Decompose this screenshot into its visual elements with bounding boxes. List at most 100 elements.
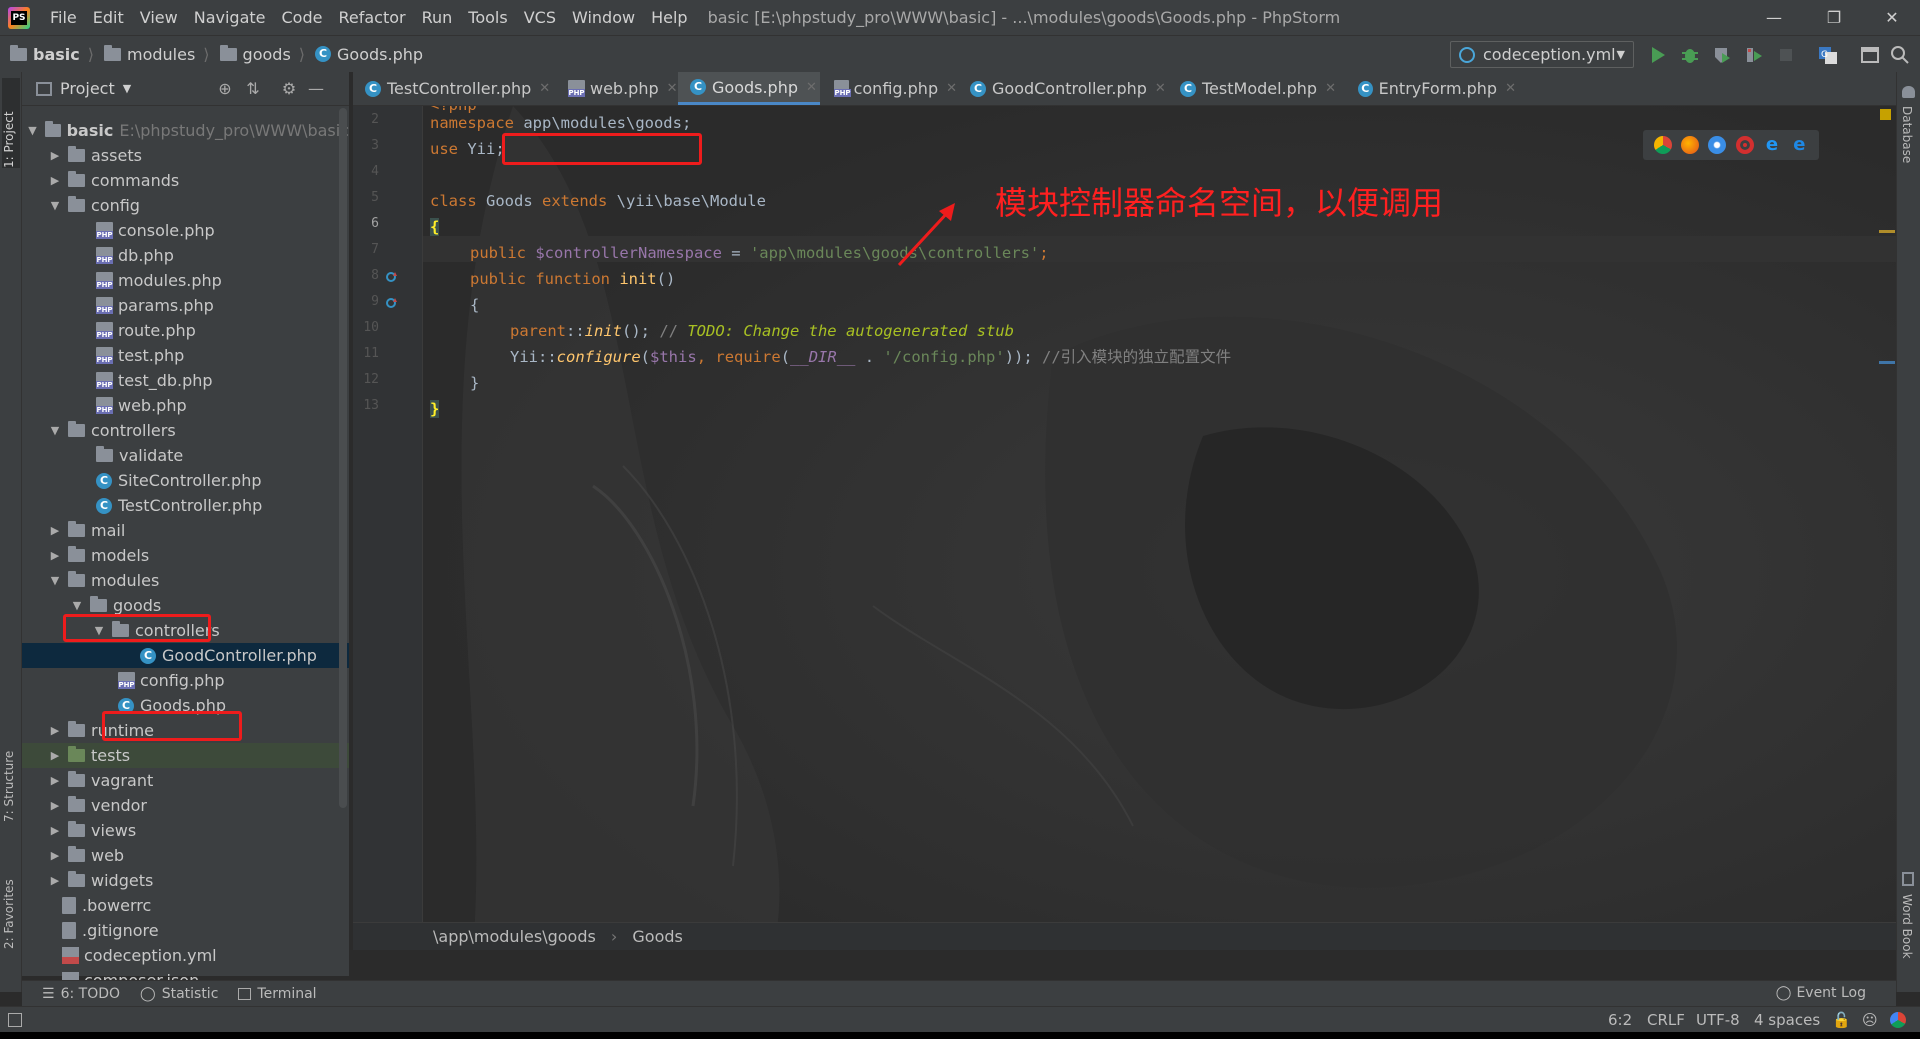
breadcrumb-goods[interactable]: goods (219, 44, 291, 64)
tree-item-tests[interactable]: ▶ tests (22, 743, 349, 768)
tree-item-web-php[interactable]: web.php (22, 393, 349, 418)
menu-code[interactable]: Code (282, 8, 323, 27)
close-button[interactable]: ✕ (1864, 0, 1920, 35)
tree-item-params-php[interactable]: params.php (22, 293, 349, 318)
tree-item-mail[interactable]: ▶ mail (22, 518, 349, 543)
minimize-button[interactable]: — (1746, 0, 1802, 35)
tab-testmodel-php[interactable]: C TestModel.php ✕ (1168, 72, 1344, 105)
inspector-icon[interactable]: ☹ (1862, 1011, 1878, 1029)
restore-button[interactable]: ❐ (1806, 0, 1862, 35)
tab-structure-tool[interactable]: 7: Structure (2, 740, 20, 822)
safari-icon[interactable] (1708, 136, 1727, 154)
tree-item-gitignore[interactable]: .gitignore (22, 918, 349, 943)
breadcrumb-goods-php[interactable]: C Goods.php (315, 45, 423, 64)
tree-item-models[interactable]: ▶ models (22, 543, 349, 568)
close-tab-icon[interactable]: ✕ (1505, 81, 1516, 96)
hide-icon[interactable]: — (307, 80, 325, 98)
tree-item-sitecontroller-php[interactable]: C SiteController.php (22, 468, 349, 493)
tree-item-views[interactable]: ▶ views (22, 818, 349, 843)
tree-item-config[interactable]: ▼ config (22, 193, 349, 218)
menu-run[interactable]: Run (422, 8, 453, 27)
search-icon[interactable] (1890, 45, 1910, 65)
code-editor[interactable]: 1 2 3 4 5 6 7 8 9 10 11 12 13 <?php name… (353, 106, 1896, 950)
terminal-tool-button[interactable]: Terminal (238, 986, 317, 1002)
error-stripe[interactable] (1876, 106, 1896, 950)
menu-help[interactable]: Help (651, 8, 687, 27)
chrome-icon[interactable] (1653, 136, 1672, 154)
tree-item-controllers[interactable]: ▼ controllers (22, 418, 349, 443)
project-view-select[interactable]: Project (60, 79, 115, 98)
tab-testcontroller-php[interactable]: C TestController.php ✕ (353, 72, 554, 105)
tab-goods-php[interactable]: C Goods.php ✕ (678, 72, 820, 105)
warning-stripe-mark[interactable] (1879, 230, 1895, 233)
project-structure-icon[interactable] (1860, 45, 1880, 65)
breadcrumb-modules[interactable]: modules (104, 44, 195, 64)
line-separator[interactable]: CRLF (1647, 1011, 1685, 1029)
run-icon[interactable] (1648, 45, 1668, 65)
menu-file[interactable]: File (50, 8, 77, 27)
tree-item-commands[interactable]: ▶ commands (22, 168, 349, 193)
tab-config-php[interactable]: config.php✕ (822, 72, 957, 105)
file-encoding[interactable]: UTF-8 (1696, 1011, 1740, 1029)
tree-item-codeception-yml[interactable]: codeception.yml (22, 943, 349, 968)
override-marker-icon[interactable] (385, 270, 399, 284)
menu-navigate[interactable]: Navigate (194, 8, 266, 27)
tree-item-console-php[interactable]: console.php (22, 218, 349, 243)
info-stripe-mark[interactable] (1879, 361, 1895, 364)
firefox-icon[interactable] (1680, 136, 1699, 154)
todo-tool-button[interactable]: ☰ 6: TODO (42, 986, 120, 1002)
tree-item-test-php[interactable]: test.php (22, 343, 349, 368)
collapse-all-icon[interactable]: ⇅ (244, 80, 262, 98)
opera-icon[interactable] (1735, 136, 1754, 154)
close-tab-icon[interactable]: ✕ (1155, 81, 1166, 96)
close-tab-icon[interactable]: ✕ (667, 81, 678, 96)
tab-word-book-tool[interactable]: Word Book (1900, 894, 1914, 959)
close-tab-icon[interactable]: ✕ (946, 81, 957, 96)
warning-indicator-icon[interactable] (1880, 109, 1891, 120)
breadcrumb-class[interactable]: Goods (632, 927, 682, 946)
tree-item-assets[interactable]: ▶ assets (22, 143, 349, 168)
tree-item-modules[interactable]: ▼ modules (22, 568, 349, 593)
close-tab-icon[interactable]: ✕ (539, 81, 550, 96)
tree-item-validate[interactable]: validate (22, 443, 349, 468)
locate-icon[interactable]: ⊕ (216, 80, 234, 98)
tree-item-goods-config-php[interactable]: config.php (22, 668, 349, 693)
indent-setting[interactable]: 4 spaces (1754, 1011, 1820, 1029)
tree-item-vendor[interactable]: ▶ vendor (22, 793, 349, 818)
close-tab-icon[interactable]: ✕ (806, 80, 817, 95)
tab-goodcontroller-php[interactable]: C GoodController.php ✕ (958, 72, 1166, 105)
tree-item-web[interactable]: ▶ web (22, 843, 349, 868)
tree-item-vagrant[interactable]: ▶ vagrant (22, 768, 349, 793)
run-configuration-select[interactable]: codeception.yml ▼ (1450, 41, 1634, 68)
tree-item-goodcontroller-php[interactable]: C GoodController.php (22, 643, 349, 668)
breadcrumb-namespace[interactable]: \app\modules\goods (433, 927, 596, 946)
lock-icon[interactable]: 🔓 (1832, 1011, 1851, 1029)
project-scrollbar[interactable] (339, 108, 347, 808)
tree-item-modules-php[interactable]: modules.php (22, 268, 349, 293)
profile-icon[interactable] (1744, 45, 1764, 65)
tree-item-basic[interactable]: ▼ basic E:\phpstudy_pro\WWW\basic (22, 118, 349, 143)
tree-item-bowerrc[interactable]: .bowerrc (22, 893, 349, 918)
translate-icon[interactable]: G (1818, 45, 1838, 65)
coverage-icon[interactable] (1712, 45, 1732, 65)
tab-project-tool[interactable]: 1: Project (2, 78, 20, 168)
statistic-tool-button[interactable]: ◯ Statistic (140, 986, 218, 1002)
caret-position[interactable]: 6:2 (1608, 1011, 1632, 1029)
internet-explorer-icon[interactable]: e (1763, 136, 1781, 154)
tree-item-db-php[interactable]: db.php (22, 243, 349, 268)
stop-icon[interactable] (1776, 45, 1796, 65)
tab-favorites-tool[interactable]: 2: Favorites (2, 867, 20, 949)
breadcrumb-basic[interactable]: basic (10, 44, 80, 64)
tree-item-widgets[interactable]: ▶ widgets (22, 868, 349, 893)
debug-icon[interactable] (1680, 45, 1700, 65)
gear-icon[interactable]: ⚙ (280, 80, 298, 98)
tree-item-test-db-php[interactable]: test_db.php (22, 368, 349, 393)
tree-item-testcontroller-php[interactable]: C TestController.php (22, 493, 349, 518)
edge-icon[interactable]: e (1790, 136, 1808, 154)
menu-edit[interactable]: Edit (93, 8, 124, 27)
google-icon[interactable] (1890, 1012, 1906, 1028)
tab-database-tool[interactable]: Database (1900, 106, 1914, 163)
tree-item-route-php[interactable]: route.php (22, 318, 349, 343)
menu-tools[interactable]: Tools (468, 8, 507, 27)
event-log-button[interactable]: ◯ Event Log (1776, 985, 1866, 1001)
